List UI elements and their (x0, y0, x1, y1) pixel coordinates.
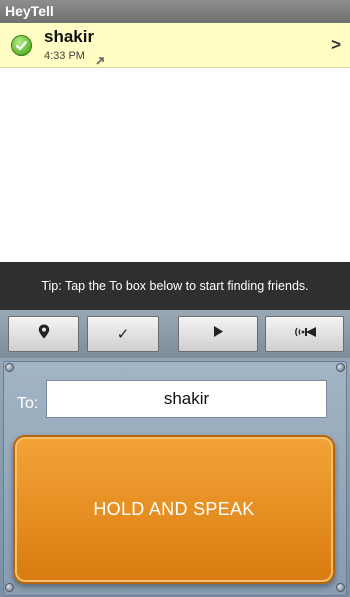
screw-decoration (336, 583, 345, 592)
tip-text: Tip: Tap the To box below to start findi… (41, 279, 309, 293)
screw-decoration (5, 363, 14, 372)
heytell-app: HeyTell shakir 4:33 PM > Tip: Tap the To… (0, 0, 350, 597)
play-button[interactable] (178, 316, 258, 352)
hold-and-speak-label: HOLD AND SPEAK (93, 499, 255, 519)
app-title: HeyTell (5, 3, 54, 19)
play-icon (213, 325, 224, 343)
broadcast-button[interactable] (265, 316, 344, 352)
hold-and-speak-button[interactable]: HOLD AND SPEAK (13, 435, 335, 584)
title-bar: HeyTell (0, 0, 350, 24)
message-time: 4:33 PM (44, 50, 85, 62)
location-button[interactable] (8, 316, 79, 352)
to-label: To: (17, 395, 39, 412)
checkmark-icon: ✓ (116, 326, 130, 343)
contact-name: shakir (44, 27, 95, 46)
conversation-row[interactable]: shakir 4:33 PM > (0, 23, 350, 68)
screw-decoration (336, 363, 345, 372)
outgoing-arrow-icon (96, 52, 105, 70)
tip-bar: Tip: Tap the To box below to start findi… (0, 262, 350, 310)
location-pin-icon (38, 324, 50, 344)
action-toolbar: ✓ (0, 310, 350, 358)
chevron-right-icon[interactable]: > (331, 35, 341, 55)
screw-decoration (5, 583, 14, 592)
recipient-field[interactable]: shakir (46, 380, 327, 418)
broadcast-icon (293, 325, 317, 344)
check-in-button[interactable]: ✓ (87, 316, 159, 352)
check-icon (11, 35, 32, 56)
